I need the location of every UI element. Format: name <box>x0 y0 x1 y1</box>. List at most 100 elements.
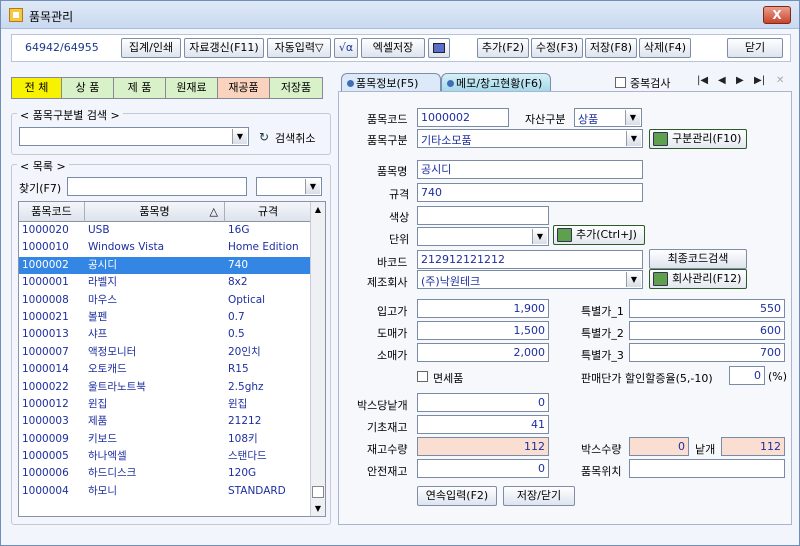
base-stock-label: 기초재고 <box>367 421 408 434</box>
discount-field[interactable]: 0 <box>729 366 765 385</box>
nav-first-icon[interactable]: |◀ <box>697 75 708 86</box>
category-search-combo[interactable]: ▼ <box>19 127 249 146</box>
name-field[interactable]: 공시디 <box>417 160 643 179</box>
table-row[interactable]: 1000010 Windows Vista Home Edition <box>19 239 311 256</box>
buy-price-field[interactable]: 1,900 <box>417 299 549 318</box>
tax-free-checkbox[interactable] <box>417 371 428 382</box>
location-field[interactable] <box>629 459 785 478</box>
table-row[interactable]: 1000004 하모니 STANDARD <box>19 483 311 500</box>
item-grid: 품목코드 품목명 △ 규격 1000020 USB 16G 1000010 Windows… <box>18 201 326 517</box>
table-row[interactable]: 1000008 마우스 Optical <box>19 292 311 309</box>
maker-combo[interactable]: (주)낙원테크 ▼ <box>417 270 643 289</box>
auto-input-button[interactable]: 자동입력▽ <box>267 38 331 58</box>
table-row[interactable]: 1000001 라벨지 8x2 <box>19 274 311 291</box>
retail-price-field[interactable]: 2,000 <box>417 343 549 362</box>
barcode-field[interactable]: 212912121212 <box>417 250 643 269</box>
asset-combo[interactable]: 상품 ▼ <box>574 108 642 127</box>
wholesale-price-field[interactable]: 1,500 <box>417 321 549 340</box>
col-header-code[interactable]: 품목코드 <box>19 202 85 222</box>
last-code-search-button[interactable]: 최종코드검색 <box>649 249 747 269</box>
nav-prev-icon[interactable]: ◀ <box>718 75 726 86</box>
grid-scrollbar[interactable]: ▲ ▼ <box>310 202 325 516</box>
window-close-button[interactable]: X <box>763 6 791 24</box>
dup-check-checkbox[interactable] <box>615 77 626 88</box>
retail-price-label: 소매가 <box>377 349 408 362</box>
chevron-down-icon[interactable]: ▼ <box>626 272 641 287</box>
code-field[interactable]: 1000002 <box>417 108 509 127</box>
table-row[interactable]: 1000022 울트라노트북 2.5ghz <box>19 379 311 396</box>
color-field[interactable] <box>417 206 549 225</box>
table-row[interactable]: 1000006 하드디스크 120G <box>19 465 311 482</box>
nav-close-icon[interactable]: ✕ <box>776 75 784 86</box>
base-stock-field[interactable]: 41 <box>417 415 549 434</box>
unit-label: 단위 <box>389 233 410 246</box>
cell-name: 키보드 <box>88 432 117 445</box>
table-row[interactable]: 1000009 키보드 108키 <box>19 431 311 448</box>
add-button[interactable]: 추가(F2) <box>477 38 529 58</box>
calculator-button[interactable]: √α <box>334 38 358 58</box>
tab-memo-stock[interactable]: 메모/창고현황(F6) <box>441 73 551 93</box>
spec-field[interactable]: 740 <box>417 183 643 202</box>
nav-last-icon[interactable]: ▶| <box>754 75 765 86</box>
refresh-icon[interactable]: ↻ <box>259 130 269 144</box>
table-row[interactable]: 1000005 하나엑셀 스탠다드 <box>19 448 311 465</box>
cell-name: 샤프 <box>88 328 108 341</box>
table-row[interactable]: 1000012 윈집 윈집 <box>19 396 311 413</box>
table-row[interactable]: 1000002 공시디 740 <box>19 256 311 275</box>
special-price-1-field[interactable]: 550 <box>629 299 785 318</box>
category-tab-wip[interactable]: 재공품 <box>218 78 270 98</box>
table-row[interactable]: 1000014 오토캐드 R15 <box>19 361 311 378</box>
save-close-button[interactable]: 저장/닫기 <box>503 486 575 506</box>
maker-label: 제조회사 <box>367 276 408 289</box>
unit-add-button[interactable]: 추가(Ctrl+J) <box>553 225 645 245</box>
unit-combo[interactable]: ▼ <box>417 227 549 246</box>
table-row[interactable]: 1000021 볼펜 0.7 <box>19 309 311 326</box>
sum-print-button[interactable]: 집계/인쇄 <box>121 38 181 58</box>
category-tab-storage[interactable]: 저장품 <box>270 78 322 98</box>
company-manage-button[interactable]: 회사관리(F12) <box>649 269 747 289</box>
edit-button[interactable]: 수정(F3) <box>531 38 583 58</box>
col-header-name[interactable]: 품목명 △ <box>85 202 225 222</box>
find-field-combo[interactable]: ▼ <box>256 177 322 196</box>
special-price-3-field[interactable]: 700 <box>629 343 785 362</box>
category-tab-material[interactable]: 원재료 <box>166 78 218 98</box>
search-cancel-button[interactable]: 검색취소 <box>275 130 315 146</box>
close-button[interactable]: 닫기 <box>727 38 783 58</box>
table-row[interactable]: 1000003 제품 21212 <box>19 413 311 430</box>
continuous-input-button[interactable]: 연속입력(F2) <box>417 486 497 506</box>
category-manage-button[interactable]: 구분관리(F10) <box>649 129 747 149</box>
chevron-down-icon[interactable]: ▼ <box>232 129 247 144</box>
table-row[interactable]: 1000013 샤프 0.5 <box>19 326 311 343</box>
category-tab-product[interactable]: 제 품 <box>114 78 166 98</box>
cell-spec: Home Edition <box>228 241 299 254</box>
scroll-up-icon[interactable]: ▲ <box>311 202 325 217</box>
save-button[interactable]: 저장(F8) <box>585 38 637 58</box>
chevron-down-icon[interactable]: ▼ <box>626 131 641 146</box>
tab-item-info[interactable]: 품목정보(F5) <box>341 73 441 93</box>
nav-next-icon[interactable]: ▶ <box>736 75 744 86</box>
cell-name: 하드디스크 <box>88 467 137 480</box>
delete-button[interactable]: 삭제(F4) <box>639 38 691 58</box>
chevron-down-icon[interactable]: ▼ <box>532 229 547 244</box>
print-icon[interactable] <box>428 38 450 58</box>
scroll-down-icon[interactable]: ▼ <box>311 501 325 516</box>
safe-stock-field[interactable]: 0 <box>417 459 549 478</box>
table-row[interactable]: 1000020 USB 16G <box>19 222 311 239</box>
category-label: 품목구분 <box>367 134 408 147</box>
special-price-2-field[interactable]: 600 <box>629 321 785 340</box>
box-each-field[interactable]: 0 <box>417 393 549 412</box>
category-combo[interactable]: 기타소모품 ▼ <box>417 129 643 148</box>
box-qty-field: 0 <box>629 437 689 456</box>
find-input[interactable] <box>67 177 247 196</box>
chevron-down-icon[interactable]: ▼ <box>625 110 640 125</box>
category-tab-goods[interactable]: 상 품 <box>62 78 114 98</box>
scroll-thumb[interactable] <box>312 486 324 498</box>
col-header-spec[interactable]: 규격 <box>225 202 311 222</box>
table-row[interactable]: 1000007 액정모니터 20인치 <box>19 344 311 361</box>
excel-save-button[interactable]: 엑셀저장 <box>361 38 425 58</box>
category-tab-all[interactable]: 전 체 <box>12 78 62 98</box>
chevron-down-icon[interactable]: ▼ <box>305 179 320 194</box>
cell-code: 1000007 <box>22 345 69 358</box>
manage-icon <box>653 132 668 146</box>
refresh-button[interactable]: 자료갱신(F11) <box>184 38 264 58</box>
